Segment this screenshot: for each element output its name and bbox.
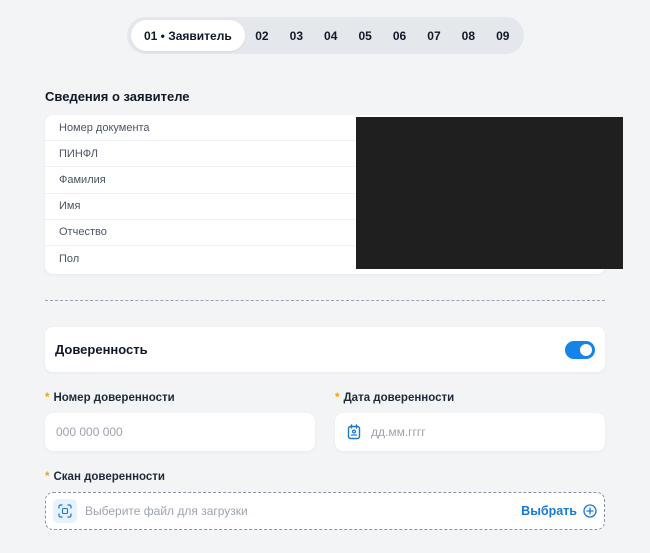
step-04[interactable]: 04	[314, 29, 348, 43]
step-02[interactable]: 02	[245, 29, 279, 43]
applicant-section-title: Сведения о заявителе	[45, 89, 190, 104]
info-row-document-number: Номер документа	[45, 115, 355, 142]
proxy-toggle-label: Доверенность	[55, 342, 148, 357]
step-01-active[interactable]: 01 • Заявитель	[131, 20, 245, 51]
proxy-number-field	[45, 413, 315, 451]
proxy-date-field	[335, 413, 605, 451]
proxy-date-input[interactable]	[371, 425, 605, 439]
proxy-number-label-text: Номер доверенности	[53, 392, 175, 404]
toggle-knob	[580, 343, 592, 356]
info-row-surname: Фамилия	[45, 167, 355, 194]
step-07[interactable]: 07	[417, 29, 451, 43]
proxy-scan-upload[interactable]: Выберите файл для загрузки Выбрать	[45, 492, 605, 530]
proxy-scan-label-text: Скан доверенности	[53, 471, 166, 483]
required-mark: *	[45, 392, 50, 404]
step-08[interactable]: 08	[451, 29, 485, 43]
upload-scan-icon	[53, 499, 77, 523]
choose-file-label: Выбрать	[521, 504, 577, 518]
proxy-number-label: * Номер доверенности	[45, 392, 175, 404]
required-mark: *	[335, 392, 340, 404]
info-row-pinfl: ПИНФЛ	[45, 141, 355, 168]
step-09[interactable]: 09	[486, 29, 520, 43]
step-06[interactable]: 06	[382, 29, 416, 43]
info-row-name: Имя	[45, 194, 355, 220]
info-row-patronymic: Отчество	[45, 220, 355, 246]
section-divider	[45, 300, 605, 301]
stepper: 01 • Заявитель 02 03 04 05 06 07 08 09	[127, 17, 524, 54]
info-row-gender: Пол	[59, 253, 80, 266]
upload-placeholder: Выберите файл для загрузки	[85, 504, 248, 518]
proxy-toggle-card: Доверенность	[45, 327, 605, 372]
choose-file-button[interactable]: Выбрать	[521, 504, 597, 518]
proxy-date-label: * Дата доверенности	[335, 392, 454, 404]
proxy-toggle-switch[interactable]	[565, 340, 595, 359]
proxy-scan-label: * Скан доверенности	[45, 471, 165, 483]
plus-circle-icon	[583, 504, 597, 518]
step-03[interactable]: 03	[279, 29, 313, 43]
required-mark: *	[45, 471, 50, 483]
proxy-date-label-text: Дата доверенности	[343, 392, 455, 404]
step-05[interactable]: 05	[348, 29, 382, 43]
proxy-number-input[interactable]	[56, 425, 315, 439]
calendar-icon[interactable]	[346, 424, 362, 440]
redacted-values-block	[356, 117, 623, 269]
